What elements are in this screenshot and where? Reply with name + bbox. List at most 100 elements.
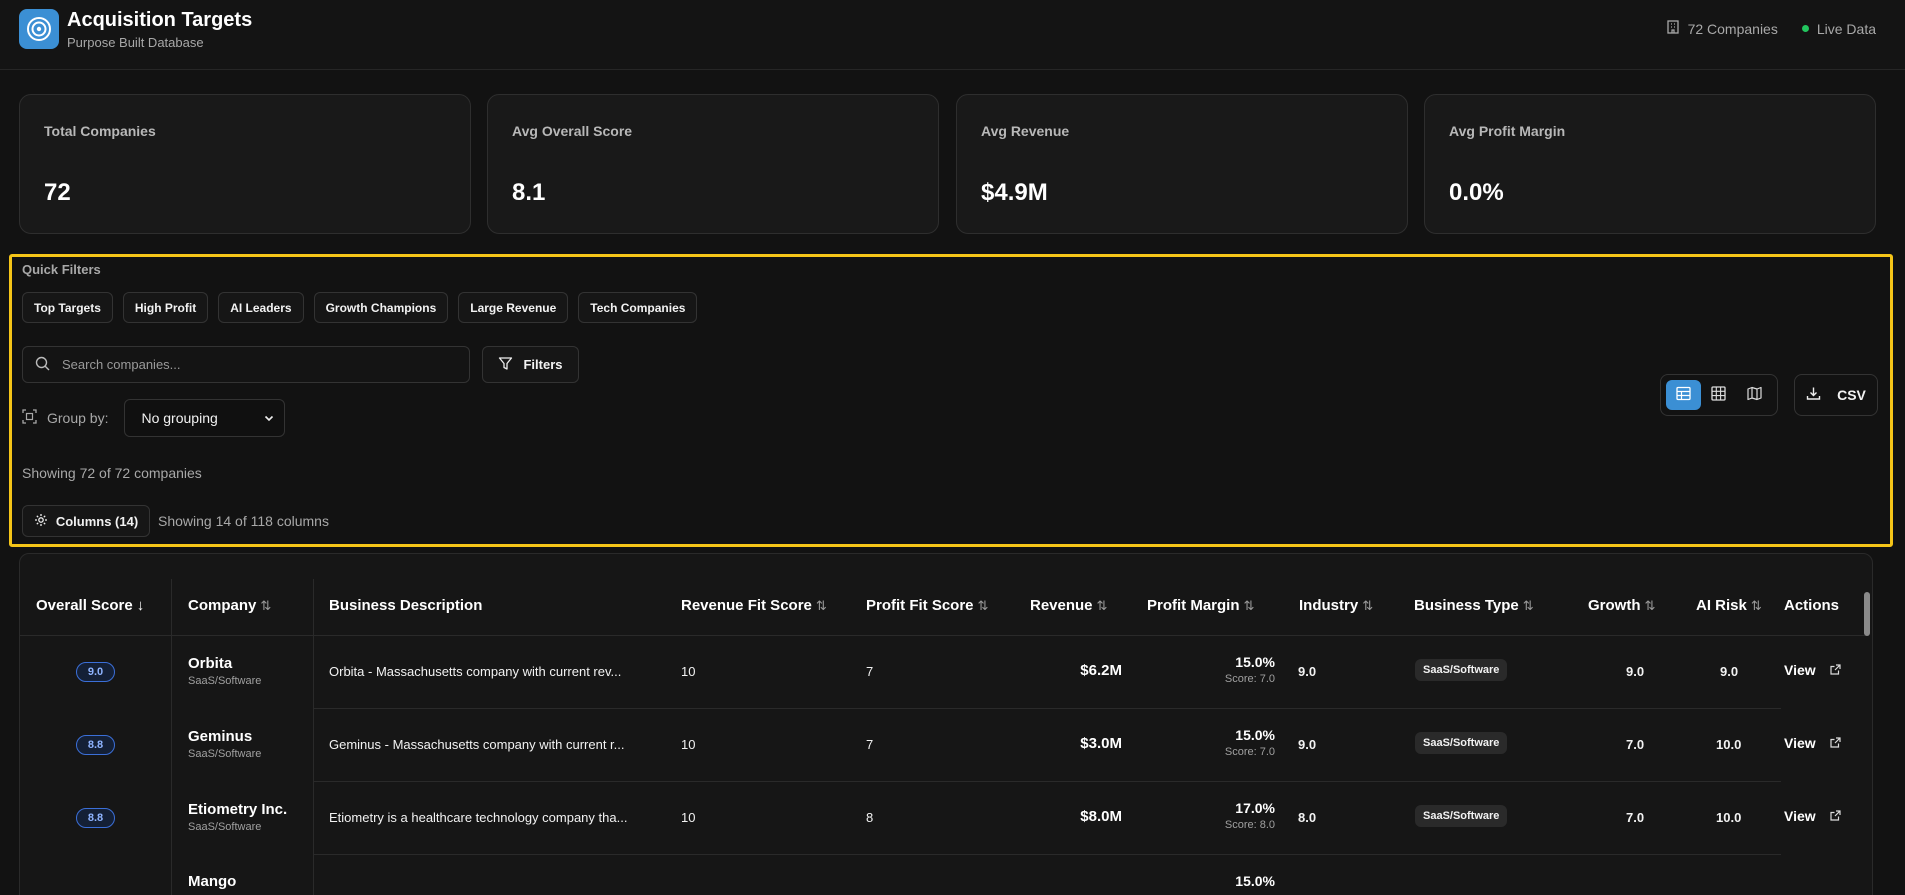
group-by-select[interactable]: No grouping [124,399,286,437]
table-row[interactable]: 8.8 Etiometry Inc. SaaS/Software Etiometr… [20,782,1865,855]
revenue-value: $6.2M [1080,662,1122,679]
industry-score: 8.0 [1298,810,1317,825]
quick-filter-large-revenue[interactable]: Large Revenue [458,292,569,323]
table-row[interactable]: 8.8 Geminus SaaS/Software Geminus - Massa… [20,709,1865,782]
chevron-down-icon [264,410,274,426]
stat-card-avg-overall-score: Avg Overall Score 8.1 [487,94,939,234]
revenue-value: $3.0M [1080,735,1122,752]
business-type-badge: SaaS/Software [1415,805,1508,827]
quick-filter-ai-leaders[interactable]: AI Leaders [218,292,304,323]
view-toggle [1660,374,1778,416]
header-profit-fit-score[interactable]: Profit Fit Score ⇅ [866,597,988,614]
stat-value: 72 [44,179,71,206]
profit-margin-score: Score: 7.0 [1224,673,1275,685]
table-scrollbar[interactable] [1864,592,1870,636]
filters-panel: Quick Filters Top Targets High Profit AI… [9,254,1893,547]
stat-value: $4.9M [981,179,1048,206]
revenue-fit-score: 10 [681,810,696,825]
growth-score: 7.0 [1626,737,1645,752]
table-icon [1676,386,1691,404]
ai-risk-score: 10.0 [1716,737,1742,752]
live-data-label: Live Data [1816,20,1876,37]
search-input[interactable] [62,357,442,372]
profit-margin: 15.0% [1235,727,1275,743]
business-description: Orbita - Massachusetts company with curr… [329,664,622,679]
stat-label: Avg Profit Margin [1449,123,1566,139]
quick-filter-top-targets[interactable]: Top Targets [22,292,113,323]
industry-score: 9.0 [1298,664,1317,679]
map-view-button[interactable] [1737,380,1772,410]
header-actions: Actions [1784,597,1840,614]
stat-card-avg-profit-margin: Avg Profit Margin 0.0% [1424,94,1876,234]
table-row[interactable]: 9.0 Orbita SaaS/Software Orbita - Massach… [20,636,1865,709]
search-box [22,346,470,383]
table-row[interactable]: Mango 15.0% [20,855,1865,895]
quick-filter-tech-companies[interactable]: Tech Companies [578,292,698,323]
filter-icon [498,356,513,374]
stat-card-total-companies: Total Companies 72 [19,94,471,234]
header-revenue-fit-score[interactable]: Revenue Fit Score ⇅ [681,597,827,614]
group-by-value: No grouping [141,410,218,426]
view-link[interactable]: View [1784,808,1841,824]
business-description: Etiometry is a healthcare technology com… [329,810,628,825]
header-growth[interactable]: Growth ⇅ [1588,597,1655,614]
sort-icon: ⇅ [1750,597,1762,613]
grid-view-button[interactable] [1701,380,1736,410]
profit-margin: 15.0% [1235,873,1275,889]
header-business-description: Business Description [329,597,483,614]
sort-icon: ⇅ [1362,597,1374,613]
profit-fit-score: 8 [866,810,874,825]
columns-button-label: Columns (14) [55,513,139,529]
business-description: Geminus - Massachusetts company with cur… [329,737,625,752]
stat-label: Total Companies [44,123,156,139]
header-company[interactable]: Company ⇅ [188,597,271,614]
company-name: Mango [188,873,237,890]
quick-filter-high-profit[interactable]: High Profit [122,292,209,323]
quick-filters-title: Quick Filters [22,262,101,277]
business-type-badge: SaaS/Software [1415,659,1508,681]
score-badge: 8.8 [76,808,115,828]
sort-icon: ⇅ [1644,597,1656,613]
growth-score: 9.0 [1626,664,1645,679]
columns-button[interactable]: Columns (14) [22,505,150,537]
search-icon [35,356,50,374]
header-overall-score[interactable]: Overall Score ↓ [36,597,144,614]
grid-icon [1711,386,1727,404]
companies-table: Overall Score ↓ Company ⇅ Business Descrip… [19,553,1873,895]
company-type: SaaS/Software [188,675,262,687]
csv-button-label: CSV [1837,387,1866,403]
group-icon [22,409,37,427]
live-status-dot [1801,25,1809,32]
view-link[interactable]: View [1784,662,1841,678]
profit-margin-score: Score: 7.0 [1224,746,1275,758]
sort-icon: ⇅ [1522,597,1534,613]
header-business-type[interactable]: Business Type ⇅ [1414,597,1534,614]
ai-risk-score: 9.0 [1720,664,1739,679]
external-link-icon [1830,808,1841,824]
sort-icon: ⇅ [1096,597,1108,613]
score-badge: 8.8 [76,735,115,755]
score-badge: 9.0 [76,662,115,682]
company-type: SaaS/Software [188,821,262,833]
profit-fit-score: 7 [866,737,874,752]
table-view-button[interactable] [1666,380,1702,410]
header-industry[interactable]: Industry ⇅ [1299,597,1373,614]
company-name: Orbita [188,655,233,672]
quick-filter-growth-champions[interactable]: Growth Champions [313,292,449,323]
view-link[interactable]: View [1784,735,1841,751]
profit-fit-score: 7 [866,664,874,679]
sort-icon: ⇅ [1243,597,1255,613]
sort-desc-icon: ↓ [136,597,145,614]
showing-count-text: Showing 72 of 72 companies [22,465,202,481]
app-title: Acquisition Targets [67,9,253,31]
external-link-icon [1830,662,1841,678]
stat-card-avg-revenue: Avg Revenue $4.9M [956,94,1408,234]
filters-button-label: Filters [523,357,563,372]
revenue-fit-score: 10 [681,737,696,752]
header-profit-margin[interactable]: Profit Margin ⇅ [1147,597,1254,614]
header-revenue[interactable]: Revenue ⇅ [1030,597,1107,614]
header-ai-risk[interactable]: AI Risk ⇅ [1696,597,1762,614]
csv-export-button[interactable]: CSV [1794,374,1878,416]
revenue-value: $8.0M [1080,808,1122,825]
filters-button[interactable]: Filters [482,346,579,383]
